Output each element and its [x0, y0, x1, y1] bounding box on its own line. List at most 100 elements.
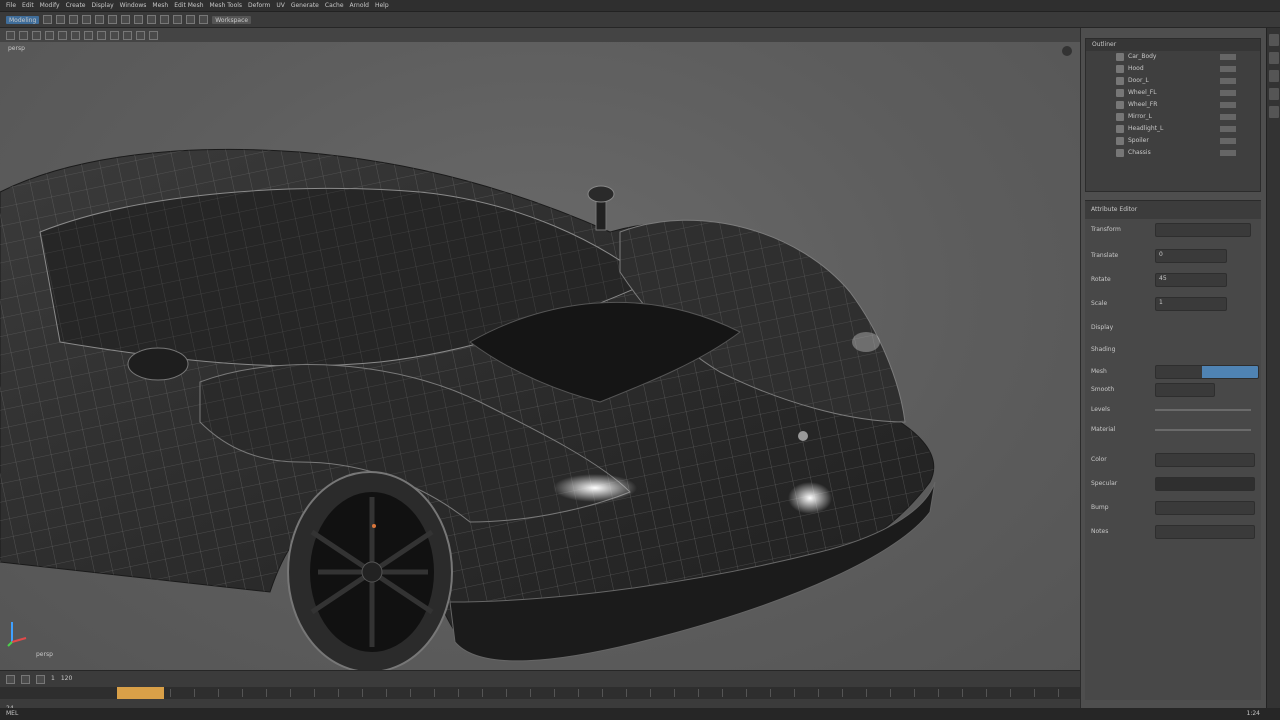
menu-item-file[interactable]: File	[6, 1, 16, 11]
shelf-separate-icon[interactable]	[149, 30, 158, 40]
open-scene-icon[interactable]	[56, 15, 66, 24]
mode-selector[interactable]: Modeling	[6, 15, 40, 24]
bump-field[interactable]	[1155, 501, 1255, 515]
material-slider[interactable]	[1155, 429, 1251, 431]
command-line-label[interactable]: MEL	[6, 709, 18, 719]
prop-section-display[interactable]: Display	[1085, 319, 1261, 337]
visibility-icon[interactable]	[1220, 54, 1236, 60]
new-scene-icon[interactable]	[43, 15, 53, 24]
visibility-icon[interactable]	[1220, 114, 1236, 120]
current-frame-marker[interactable]	[117, 687, 164, 699]
shelf-smooth-icon[interactable]	[110, 30, 119, 40]
prop-smooth: Smooth	[1085, 381, 1261, 399]
menu-item-deform[interactable]: Deform	[248, 1, 270, 11]
tab-channel-box[interactable]	[1269, 34, 1279, 46]
paint-select-icon[interactable]	[134, 15, 144, 24]
timeline-start[interactable]: 1	[51, 674, 55, 684]
outliner-item[interactable]: Wheel_FL	[1086, 87, 1260, 99]
outliner-item[interactable]: Headlight_L	[1086, 123, 1260, 135]
visibility-icon[interactable]	[1220, 138, 1236, 144]
outliner-title: Outliner	[1092, 41, 1117, 48]
tab-tool-settings[interactable]	[1269, 70, 1279, 82]
menu-item-arnold[interactable]: Arnold	[350, 1, 369, 11]
tab-attribute-editor[interactable]	[1269, 52, 1279, 64]
menu-item-windows[interactable]: Windows	[120, 1, 147, 11]
mesh-slider[interactable]	[1155, 365, 1259, 379]
visibility-icon[interactable]	[1220, 150, 1236, 156]
shelf-cube-icon[interactable]	[6, 30, 15, 40]
outliner-item[interactable]: Mirror_L	[1086, 111, 1260, 123]
prop-color: Color	[1085, 451, 1261, 469]
shelf-mirror-icon[interactable]	[123, 30, 132, 40]
visibility-icon[interactable]	[1220, 90, 1236, 96]
specular-field[interactable]	[1155, 477, 1255, 491]
prop-section-transform[interactable]: Transform	[1085, 221, 1261, 239]
outliner-item[interactable]: Hood	[1086, 63, 1260, 75]
shelf-bevel-icon[interactable]	[71, 30, 80, 40]
tab-modeling-toolkit[interactable]	[1269, 88, 1279, 100]
play-forward-icon[interactable]	[36, 674, 45, 684]
visibility-icon[interactable]	[1220, 78, 1236, 84]
smooth-field[interactable]	[1155, 383, 1215, 397]
menu-item-generate[interactable]: Generate	[291, 1, 319, 11]
menu-item-modify[interactable]: Modify	[40, 1, 60, 11]
save-scene-icon[interactable]	[69, 15, 79, 24]
select-tool-icon[interactable]	[108, 15, 118, 24]
visibility-icon[interactable]	[1220, 102, 1236, 108]
snap-point-icon[interactable]	[173, 15, 183, 24]
notes-field[interactable]	[1155, 525, 1255, 539]
menu-item-mesh[interactable]: Mesh	[152, 1, 168, 11]
shelf-multicut-icon[interactable]	[97, 30, 106, 40]
redo-icon[interactable]	[95, 15, 105, 24]
menu-item-display[interactable]: Display	[92, 1, 114, 11]
app-window: File Edit Modify Create Display Windows …	[0, 0, 1280, 720]
prop-section-shading[interactable]: Shading	[1085, 341, 1261, 359]
render-icon[interactable]	[186, 15, 196, 24]
viewport-3d[interactable]: persp persp	[0, 42, 1080, 670]
mesh-icon	[1116, 53, 1124, 61]
shelf-sphere-icon[interactable]	[19, 30, 28, 40]
outliner-item[interactable]: Car_Body	[1086, 51, 1260, 63]
shelf-combine-icon[interactable]	[136, 30, 145, 40]
rotate-field[interactable]: 45	[1155, 273, 1227, 287]
snap-curve-icon[interactable]	[160, 15, 170, 24]
menu-item-cache[interactable]: Cache	[325, 1, 344, 11]
menu-item-edit[interactable]: Edit	[22, 1, 34, 11]
prop-translate: Translate 0	[1085, 247, 1261, 265]
ipr-render-icon[interactable]	[199, 15, 209, 24]
undo-icon[interactable]	[82, 15, 92, 24]
car-wireframe-model[interactable]	[0, 42, 1080, 670]
scale-field[interactable]: 1	[1155, 297, 1227, 311]
shelf-plane-icon[interactable]	[45, 30, 54, 40]
tab-layer-editor[interactable]	[1269, 106, 1279, 118]
lasso-tool-icon[interactable]	[121, 15, 131, 24]
play-icon[interactable]	[21, 674, 30, 684]
visibility-icon[interactable]	[1220, 126, 1236, 132]
outliner-item[interactable]: Spoiler	[1086, 135, 1260, 147]
play-back-icon[interactable]	[6, 674, 15, 684]
outliner-item[interactable]: Wheel_FR	[1086, 99, 1260, 111]
menu-item-help[interactable]: Help	[375, 1, 389, 11]
outliner-item[interactable]: Chassis	[1086, 147, 1260, 159]
shelf-bridge-icon[interactable]	[84, 30, 93, 40]
transform-field[interactable]	[1155, 223, 1251, 237]
shelf-bar	[0, 28, 1080, 42]
outliner-item[interactable]: Door_L	[1086, 75, 1260, 87]
shelf-cylinder-icon[interactable]	[32, 30, 41, 40]
timeline-end[interactable]: 120	[61, 674, 72, 684]
viewport-stats: persp	[36, 651, 53, 658]
shelf-extrude-icon[interactable]	[58, 30, 67, 40]
status-bar: MEL 1:24	[0, 708, 1280, 720]
menu-item-create[interactable]: Create	[66, 1, 86, 11]
menu-item-uv[interactable]: UV	[276, 1, 285, 11]
color-field[interactable]	[1155, 453, 1255, 467]
levels-slider[interactable]	[1155, 409, 1251, 411]
translate-field[interactable]: 0	[1155, 249, 1227, 263]
mesh-icon	[1116, 77, 1124, 85]
snap-grid-icon[interactable]	[147, 15, 157, 24]
workspace-selector[interactable]: Workspace	[212, 15, 252, 24]
menu-item-mesh-tools[interactable]: Mesh Tools	[210, 1, 242, 11]
menu-item-edit-mesh[interactable]: Edit Mesh	[174, 1, 203, 11]
visibility-icon[interactable]	[1220, 66, 1236, 72]
prop-material: Material	[1085, 421, 1261, 439]
